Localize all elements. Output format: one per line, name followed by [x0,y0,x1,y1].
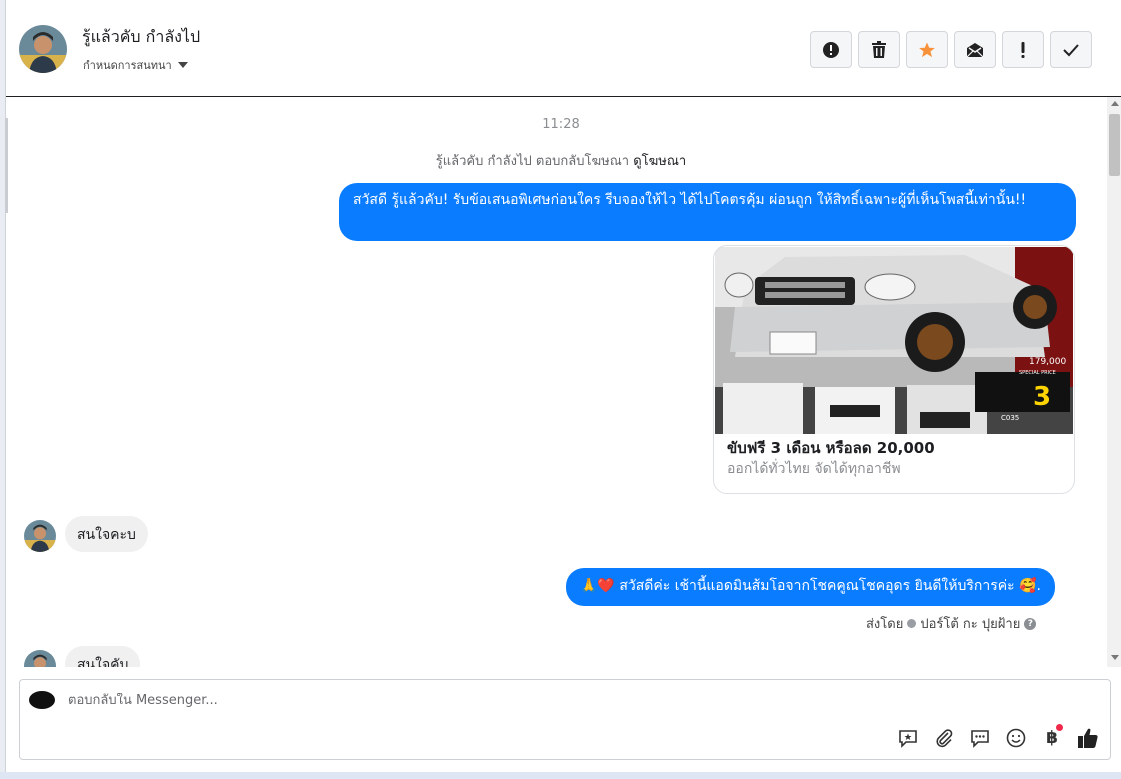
conversation-actions [810,31,1092,68]
done-button[interactable] [1050,31,1092,68]
sender-avatar[interactable] [24,650,56,667]
star-icon [919,42,935,57]
scroll-up-arrow-icon[interactable] [1111,101,1119,106]
ad-image-code: C035 [1001,414,1019,422]
scroll-down-arrow-icon[interactable] [1111,655,1119,660]
exclamation-icon [1021,41,1025,58]
star-button[interactable] [906,31,948,68]
window-bottom-strip [0,772,1121,779]
envelope-icon [966,42,984,57]
attachment-icon [936,729,953,748]
ad-reply-notice: รู้แล้วคับ กำลังไป ตอบกลับโฆษณา ดูโฆษณา [6,150,1107,171]
trash-icon [872,40,886,58]
payment-button[interactable]: ฿ [1040,724,1064,750]
incoming-message: สนใจคับ [65,646,141,667]
sent-by-info: ส่งโดย ปอร์โต้ กะ ปุยฝ้าย ? [866,613,1037,634]
scrollbar-thumb[interactable] [1109,114,1120,176]
view-ad-link[interactable]: ดูโฆษณา [633,154,686,169]
contact-name: รู้แล้วคับ กำลังไป [82,27,201,46]
like-button[interactable] [1076,726,1100,750]
ad-subtitle: ออกได้ทั่วไทย จัดได้ทุกอาชีพ [727,461,901,477]
baht-payment-icon: ฿ [1046,728,1058,748]
emoji-icon [1006,728,1026,748]
chat-bubble-icon [971,730,989,748]
saved-reply-button[interactable] [896,726,920,750]
chat-button[interactable] [968,726,992,750]
ad-reply-text: รู้แล้วคับ กำลังไป ตอบกลับโฆษณา [435,154,630,169]
thumbs-up-icon [1078,728,1098,748]
message-timestamp: 11:28 [542,117,580,132]
ad-image-badge: SPECIAL PRICE [1019,370,1056,376]
sent-by-label: ส่งโดย [866,617,904,632]
ad-image-price: 179,000 [1029,357,1066,367]
admin-icon [907,619,917,628]
reply-input[interactable] [68,693,868,708]
messenger-conversation-window: รู้แล้วคับ กำลังไป กำหนดการสนทนา 11:28 ร… [5,0,1121,772]
composer-tools: ฿ [896,724,1100,750]
message-thread[interactable]: 11:28 รู้แล้วคับ กำลังไป ตอบกลับโฆษณา ดู… [6,97,1107,667]
sent-by-name: ปอร์โต้ กะ ปุยฝ้าย [920,617,1021,632]
report-button[interactable] [810,31,852,68]
priority-button[interactable] [1002,31,1044,68]
ad-image-months: 3 [1033,382,1051,412]
delete-button[interactable] [858,31,900,68]
saved-reply-icon [899,730,917,748]
check-icon [1063,43,1079,56]
left-edge-scrollbar[interactable] [5,118,8,213]
sender-avatar[interactable] [24,520,56,552]
ad-title: ขับฟรี 3 เดือน หรือลด 20,000 [727,439,935,457]
page-logo [29,691,55,709]
attach-button[interactable] [932,726,956,750]
contact-avatar[interactable] [19,25,67,73]
exclamation-circle-icon [823,41,839,58]
ad-card[interactable]: 179,000 SPECIAL PRICE 3 C035 ขับฟรี 3 เด… [713,245,1075,494]
conversation-header: รู้แล้วคับ กำลังไป กำหนดการสนทนา [6,0,1121,97]
emoji-button[interactable] [1004,726,1028,750]
caret-down-icon [177,62,188,68]
outgoing-message: สวัสดี รู้แล้วคับ! รับข้อเสนอพิเศษก่อนใค… [339,183,1076,241]
help-icon[interactable]: ? [1024,617,1037,630]
conversation-setting-label: กำหนดการสนทนา [83,59,172,72]
outgoing-message: 🙏❤️ สวัสดีค่ะ เช้านี้แอดมินส้มโอจากโชคคู… [566,568,1055,606]
reply-composer: ฿ [19,679,1111,760]
incoming-message: สนใจคะบ [65,516,148,552]
thread-scrollbar[interactable] [1107,97,1121,667]
conversation-setting-dropdown[interactable]: กำหนดการสนทนา [83,56,188,74]
notification-dot [1056,724,1063,731]
mark-unread-button[interactable] [954,31,996,68]
ad-image: 179,000 SPECIAL PRICE 3 C035 [715,247,1073,434]
